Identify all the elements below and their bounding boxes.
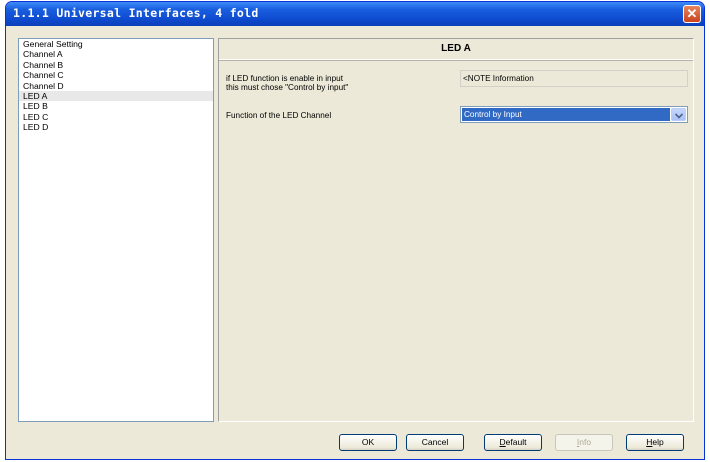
sidebar-item-channel-c[interactable]: Channel C	[19, 70, 213, 80]
sidebar-item-channel-d[interactable]: Channel D	[19, 81, 213, 91]
sidebar-item-label: Channel A	[23, 49, 63, 60]
sidebar-item-label: Channel C	[23, 70, 64, 81]
window-title: 1.1.1 Universal Interfaces, 4 fold	[13, 6, 259, 20]
title-bar[interactable]: 1.1.1 Universal Interfaces, 4 fold ✕	[6, 2, 704, 26]
note-label-line-2: this must chose "Control by input"	[226, 83, 349, 92]
sidebar-item-led-b[interactable]: LED B	[19, 101, 213, 111]
function-select[interactable]: Control by Input	[460, 106, 688, 123]
info-button: Info	[555, 434, 613, 451]
sidebar-item-label: LED A	[23, 90, 48, 101]
help-button-label: elp	[652, 437, 664, 447]
close-icon[interactable]: ✕	[683, 5, 701, 23]
sidebar-item-label: LED D	[23, 122, 49, 133]
default-button-label: efault	[505, 437, 527, 447]
sidebar-item-general-setting[interactable]: General Setting	[19, 39, 213, 49]
chevron-down-icon[interactable]	[671, 108, 686, 121]
help-button[interactable]: Help	[626, 434, 684, 451]
ok-button-label: OK	[361, 437, 375, 447]
parameter-panel: LED A if LED function is enable in input…	[218, 38, 694, 422]
sidebar-item-label: General Setting	[23, 39, 83, 49]
cancel-button[interactable]: Cancel	[406, 434, 464, 451]
sidebar-item-label: LED B	[23, 101, 48, 112]
cancel-button-label: Cancel	[421, 437, 449, 447]
sidebar-item-channel-a[interactable]: Channel A	[19, 49, 213, 59]
dialog-window: 1.1.1 Universal Interfaces, 4 fold ✕ Gen…	[5, 1, 705, 460]
sidebar-item-label: Channel D	[23, 80, 64, 91]
ok-button[interactable]: OK	[339, 434, 397, 451]
function-label: Function of the LED Channel	[226, 111, 332, 120]
info-button-label: nfo	[579, 437, 592, 447]
sidebar-item-led-c[interactable]: LED C	[19, 112, 213, 122]
parameter-tree: General Setting Channel A Channel B Chan…	[18, 38, 214, 422]
sidebar-item-led-d[interactable]: LED D	[19, 122, 213, 132]
function-select-value: Control by Input	[462, 108, 670, 121]
sidebar-item-channel-b[interactable]: Channel B	[19, 60, 213, 70]
sidebar-item-led-a[interactable]: LED A	[19, 90, 213, 102]
default-button[interactable]: Default	[484, 434, 542, 451]
sidebar-item-label: Channel B	[23, 59, 64, 70]
sidebar-item-label: LED C	[23, 111, 49, 122]
page-title: LED A	[219, 39, 693, 60]
note-information-field: <NOTE Information	[460, 70, 688, 87]
